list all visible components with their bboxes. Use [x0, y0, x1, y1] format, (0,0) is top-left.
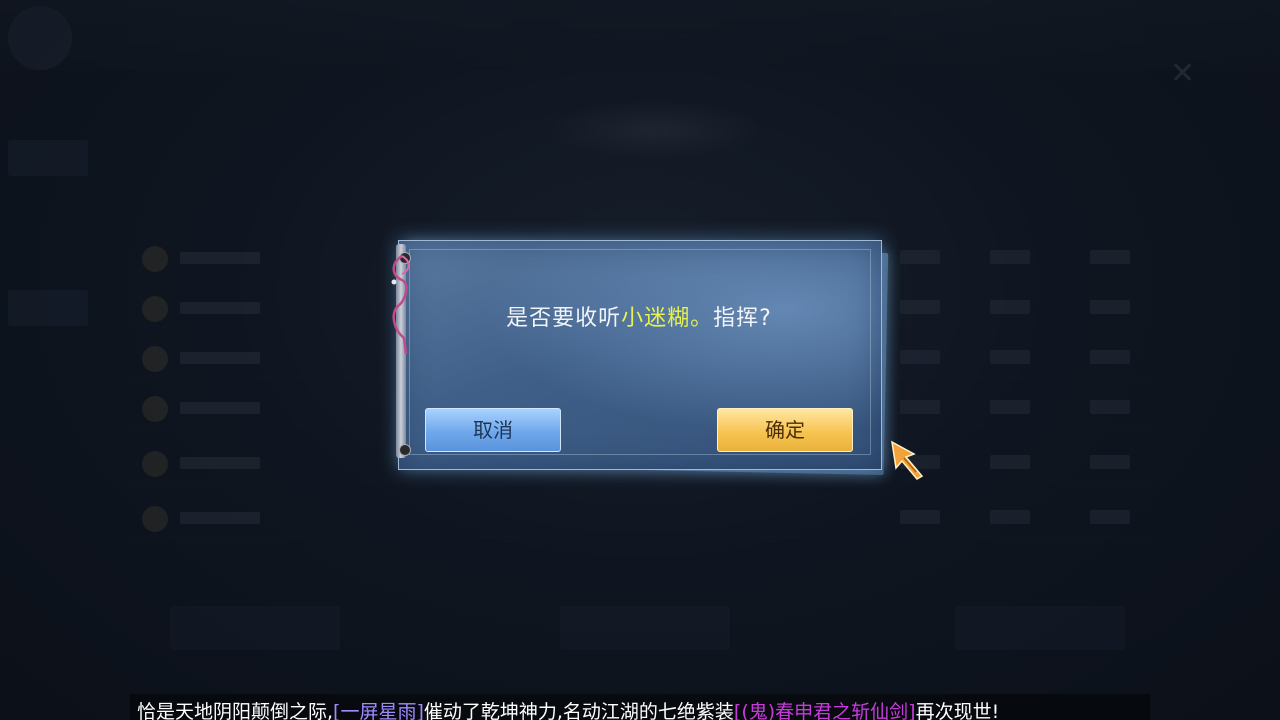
message-suffix: 指挥?: [713, 306, 772, 331]
scroll-cap: [399, 444, 411, 456]
cancel-button[interactable]: 取消: [425, 408, 561, 452]
announcement-part: 再次现世!: [915, 701, 1000, 720]
announcement-text: 恰是天地阴阳颠倒之际,[一屏星雨]催动了乾坤神力,名动江湖的七绝紫装[(鬼)春申…: [137, 697, 999, 720]
announcement-part: 恰是天地阴阳颠倒之际,: [137, 701, 334, 720]
dialog-message: 是否要收听小迷糊。指挥?: [398, 300, 880, 332]
announcement-part: 催动了乾坤神力,名动江湖的七绝紫装: [423, 701, 734, 720]
arrow-cursor-icon: [891, 440, 924, 480]
player-tag[interactable]: [一屏星雨]: [333, 701, 424, 720]
commander-name: 小迷糊。: [621, 306, 714, 331]
game-screen: ✕ 是否要收听小迷糊。指挥? 取消 确定 恰是天地阴阳颠倒之际,[一屏星雨]催动…: [0, 0, 1280, 720]
message-prefix: 是否要收听: [506, 306, 622, 331]
item-tag[interactable]: [(鬼)春申君之斩仙剑]: [734, 701, 916, 720]
confirm-button[interactable]: 确定: [717, 408, 853, 452]
